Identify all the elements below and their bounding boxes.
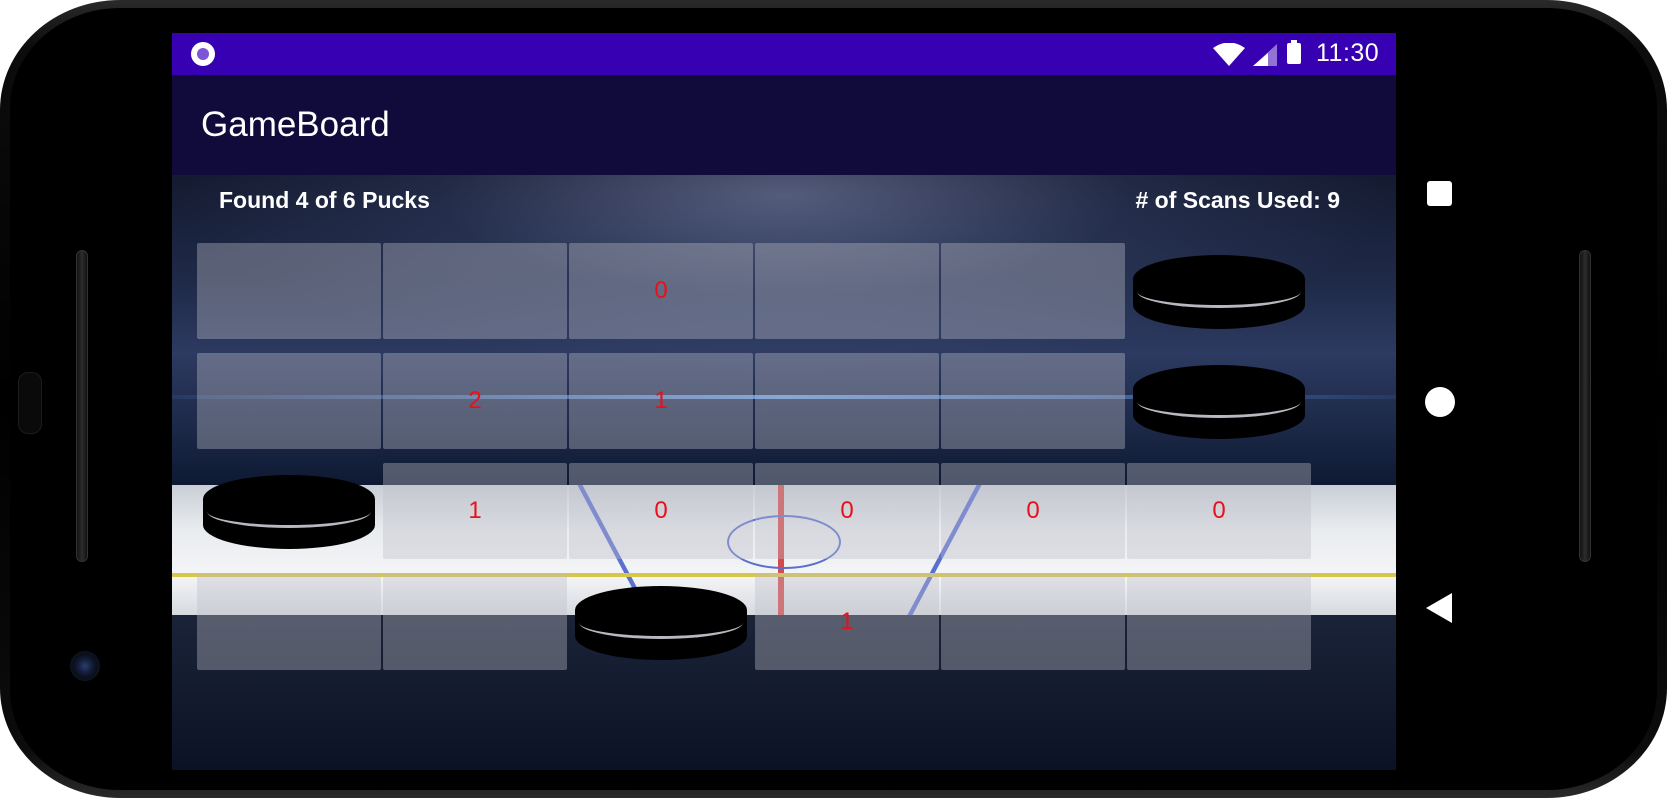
home-circle-icon[interactable]	[1425, 387, 1455, 417]
cell-count: 0	[1212, 497, 1226, 524]
hockey-puck-icon	[1133, 365, 1305, 441]
grid-cell-scanned[interactable]: 0	[569, 463, 753, 559]
speaker-grille-right	[1579, 250, 1591, 562]
grid-cell-scanned[interactable]: 0	[755, 463, 939, 559]
game-grid: 0 2 1 1 0 0 0 0 1	[172, 33, 1396, 770]
cell-count: 1	[468, 497, 482, 524]
grid-cell-scanned[interactable]: 1	[383, 463, 567, 559]
grid-cell-scanned[interactable]: 2	[383, 353, 567, 449]
grid-cell-hidden[interactable]	[755, 243, 939, 339]
grid-cell-hidden[interactable]	[197, 243, 381, 339]
grid-cell-puck[interactable]	[1127, 353, 1311, 449]
cell-count: 0	[654, 497, 668, 524]
cell-count: 2	[468, 387, 482, 414]
grid-cell-hidden[interactable]	[941, 574, 1125, 670]
back-triangle-icon[interactable]	[1426, 593, 1452, 623]
grid-cell-puck[interactable]	[197, 463, 381, 559]
device-stage: 11:30 GameBoard Found 4 of 6 Pucks # of …	[0, 0, 1667, 798]
cell-count: 0	[840, 497, 854, 524]
grid-cell-hidden[interactable]	[1127, 574, 1311, 670]
grid-cell-hidden[interactable]	[941, 353, 1125, 449]
hockey-puck-icon	[1133, 255, 1305, 331]
recents-square-icon[interactable]	[1427, 181, 1452, 206]
cell-count: 0	[1026, 497, 1040, 524]
grid-cell-scanned[interactable]: 1	[755, 574, 939, 670]
grid-cell-hidden[interactable]	[383, 574, 567, 670]
grid-cell-hidden[interactable]	[755, 353, 939, 449]
grid-cell-scanned[interactable]: 0	[1127, 463, 1311, 559]
hockey-puck-icon	[203, 475, 375, 551]
grid-cell-hidden[interactable]	[383, 243, 567, 339]
cell-count: 1	[840, 608, 854, 635]
grid-cell-puck[interactable]	[1127, 243, 1311, 339]
cell-count: 0	[654, 277, 668, 304]
grid-cell-scanned[interactable]: 0	[941, 463, 1125, 559]
hockey-puck-icon	[575, 586, 747, 662]
grid-cell-hidden[interactable]	[197, 353, 381, 449]
grid-cell-hidden[interactable]	[941, 243, 1125, 339]
speaker-grille-left	[76, 250, 88, 562]
grid-cell-hidden[interactable]	[197, 574, 381, 670]
grid-cell-scanned[interactable]: 0	[569, 243, 753, 339]
device-screen: 11:30 GameBoard Found 4 of 6 Pucks # of …	[172, 33, 1396, 770]
proximity-sensor	[18, 372, 42, 434]
grid-cell-puck[interactable]	[569, 574, 753, 670]
grid-cell-scanned[interactable]: 1	[569, 353, 753, 449]
cell-count: 1	[654, 387, 668, 414]
front-camera	[70, 651, 100, 681]
